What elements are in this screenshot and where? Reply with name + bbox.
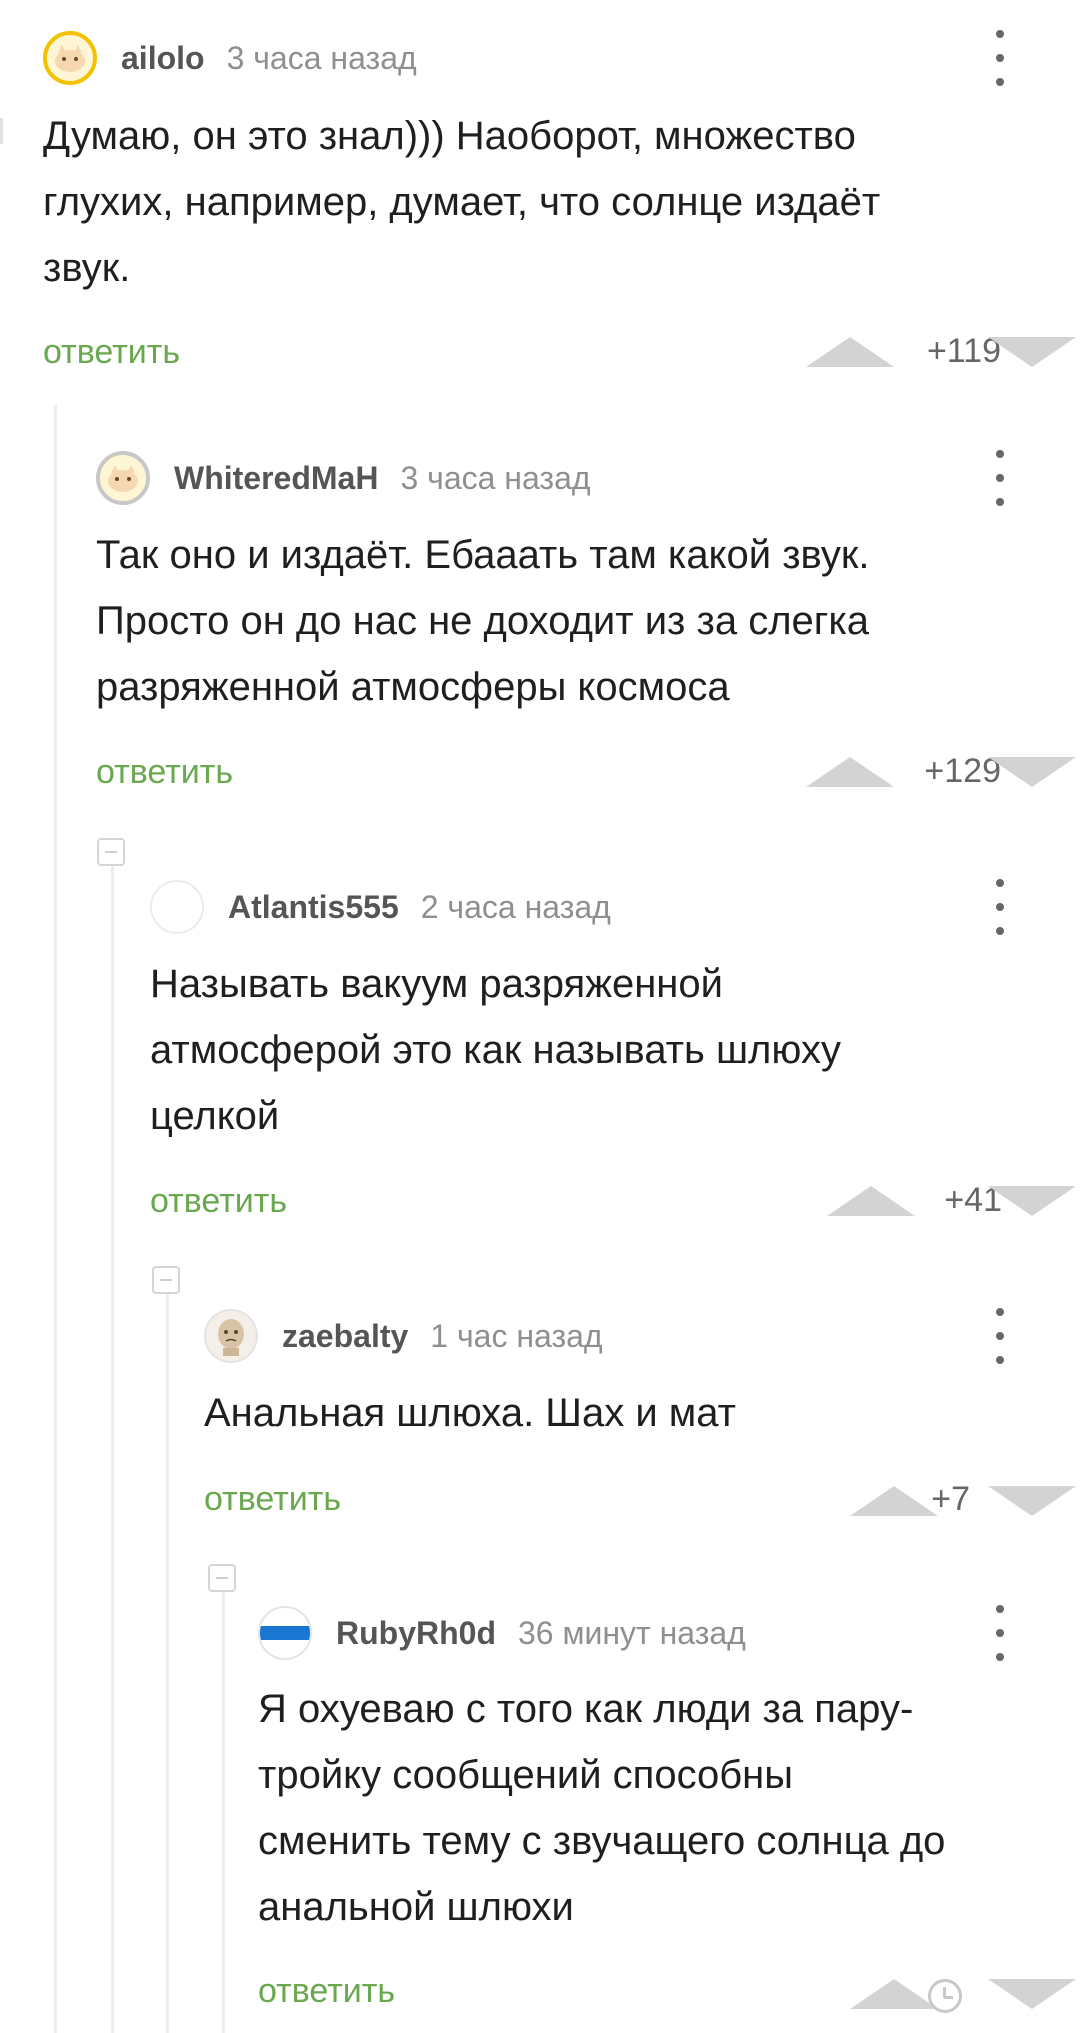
comment-header: zaebalty 1 час назад [204,1308,603,1364]
comment-header: WhiteredMaH 3 часа назад [96,450,591,506]
downvote-icon[interactable] [988,1186,1076,1216]
comment-header: RubyRh0d 36 минут назад [258,1605,746,1661]
thread-line [54,405,57,2033]
reply-button[interactable]: ответить [150,1182,287,1221]
empty-avatar-icon[interactable] [150,880,204,934]
comment-author[interactable]: RubyRh0d [336,1615,496,1652]
more-options-icon[interactable] [994,30,1006,86]
downvote-icon[interactable] [988,757,1076,787]
downvote-icon[interactable] [988,337,1076,367]
thread-line [166,1294,169,2033]
collapse-thread-button[interactable] [97,838,125,866]
reply-button[interactable]: ответить [204,1480,341,1519]
face-avatar-icon[interactable] [204,1309,258,1363]
comment-author[interactable]: WhiteredMaH [174,460,378,497]
comment-rating: +119 [926,332,1001,370]
thread-line [111,866,114,2033]
reply-button[interactable]: ответить [96,753,233,792]
comment-author[interactable]: ailolo [121,40,205,77]
collapse-thread-button[interactable] [208,1564,236,1592]
blue-stripe-avatar-icon[interactable] [258,1606,312,1660]
comment-timestamp[interactable]: 36 минут назад [518,1615,746,1652]
kitten-avatar-icon[interactable] [96,451,150,505]
more-options-icon[interactable] [994,1605,1006,1661]
comment-header: Atlantis555 2 часа назад [150,879,611,935]
comment-author[interactable]: Atlantis555 [228,889,399,926]
more-options-icon[interactable] [994,450,1006,506]
more-options-icon[interactable] [994,879,1006,935]
more-options-icon[interactable] [994,1308,1006,1364]
comment-text: Называть вакуум разряженной атмосферой э… [150,962,841,1138]
downvote-icon[interactable] [988,1979,1076,2009]
comment: WhiteredMaH 3 часа назад Так оно и издаё… [96,450,1076,800]
comment-text: Я охуеваю с того как люди за пару- тройк… [258,1687,946,1929]
thread-line [222,1592,225,2033]
comment-author[interactable]: zaebalty [282,1318,408,1355]
comment-timestamp[interactable]: 2 часа назад [421,889,611,926]
collapse-thread-button[interactable] [152,1266,180,1294]
comment-rating: +7 [931,1480,970,1518]
reply-button[interactable]: ответить [258,1972,395,2011]
comment-text: Думаю, он это знал))) Наоборот, множеств… [43,114,881,290]
comment: ailolo 3 часа назад Думаю, он это знал))… [43,30,1076,380]
kitten-avatar-icon[interactable] [43,31,97,85]
comment: zaebalty 1 час назад Анальная шлюха. Шах… [204,1308,1076,1548]
comment-rating: +129 [924,752,1001,790]
comment-header: ailolo 3 часа назад [43,30,417,86]
clock-icon [928,1979,962,2013]
comment-rating: +41 [944,1181,1002,1219]
downvote-icon[interactable] [988,1486,1076,1516]
comment-text: Так оно и издаёт. Ебааать там какой звук… [96,533,870,709]
edge-marker [0,118,3,144]
comment-timestamp[interactable]: 3 часа назад [227,40,417,77]
reply-button[interactable]: ответить [43,333,180,372]
upvote-icon[interactable] [850,1979,938,2009]
comment: Atlantis555 2 часа назад Называть вакуум… [150,879,1076,1229]
comment-timestamp[interactable]: 1 час назад [430,1318,602,1355]
comment-timestamp[interactable]: 3 часа назад [400,460,590,497]
comment-text: Анальная шлюха. Шах и мат [204,1391,736,1435]
comment: RubyRh0d 36 минут назад Я охуеваю с того… [258,1605,1076,2033]
